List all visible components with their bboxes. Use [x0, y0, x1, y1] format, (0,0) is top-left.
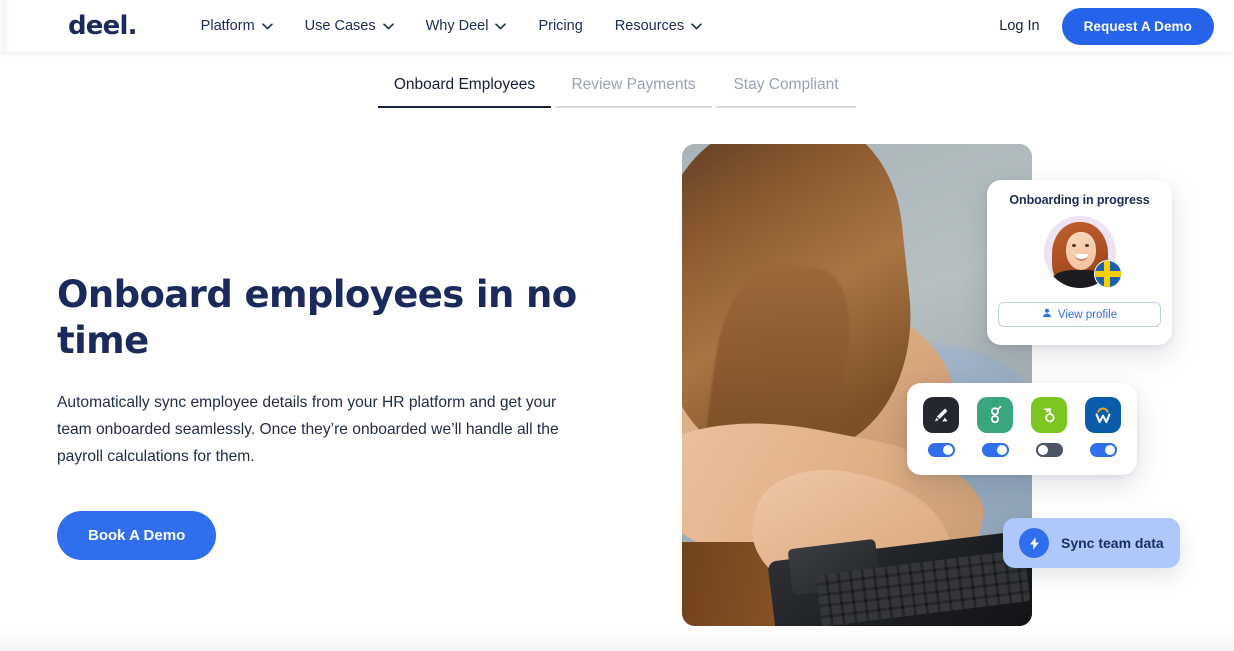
log-in-link[interactable]: Log In: [999, 18, 1039, 34]
nav-item-resources[interactable]: Resources: [613, 12, 704, 40]
nav-item-pricing[interactable]: Pricing: [536, 12, 584, 40]
nav-item-platform[interactable]: Platform: [199, 12, 275, 40]
nav-links: Platform Use Cases Why Deel Pricing Reso…: [199, 12, 704, 40]
sweden-flag-icon: [1093, 260, 1122, 288]
tab-onboard-employees[interactable]: Onboard Employees: [378, 72, 551, 108]
page-bottom-band: [0, 629, 1234, 651]
deel-logo[interactable]: deel.: [68, 11, 137, 41]
integration-bamboohr: [1031, 397, 1067, 475]
toggle-workday[interactable]: [1089, 443, 1117, 457]
request-a-demo-button[interactable]: Request A Demo: [1061, 7, 1214, 45]
nav-item-resources-label: Resources: [614, 18, 685, 34]
top-navigation-bar: deel. Platform Use Cases Why Deel Pricin…: [0, 0, 1234, 52]
tab-stay-compliant[interactable]: Stay Compliant: [716, 72, 856, 108]
nav-item-platform-label: Platform: [200, 18, 255, 34]
chevron-down-icon: [495, 22, 507, 30]
person-icon: [1042, 308, 1052, 321]
integration-ashby: [923, 397, 959, 475]
nav-item-why-deel-label: Why Deel: [425, 18, 489, 34]
letter-w-icon[interactable]: [1085, 397, 1121, 433]
toggle-ashby[interactable]: [927, 443, 955, 457]
nav-item-why-deel[interactable]: Why Deel: [424, 12, 509, 40]
onboarding-in-progress-card: Onboarding in progress View profile: [987, 180, 1172, 345]
sync-team-data-label: Sync team data: [1061, 535, 1164, 551]
section-tabs: Onboard Employees Review Payments Stay C…: [0, 72, 1234, 108]
chevron-down-icon: [261, 22, 273, 30]
page-root: deel. Platform Use Cases Why Deel Pricin…: [0, 0, 1234, 651]
tab-review-payments[interactable]: Review Payments: [555, 72, 712, 108]
hero-description: Automatically sync employee details from…: [57, 394, 559, 465]
nav-item-use-cases[interactable]: Use Cases: [303, 12, 396, 40]
chevron-down-icon: [691, 22, 702, 30]
toggle-greenhouse[interactable]: [981, 443, 1009, 457]
page-title: Onboard employees in no time: [57, 273, 577, 362]
book-a-demo-button[interactable]: Book A Demo: [57, 511, 217, 560]
nav-item-pricing-label: Pricing: [538, 18, 583, 34]
hero-text-column: Onboard employees in no time Automatical…: [57, 272, 627, 560]
nav-left-edge-strip: [0, 0, 10, 52]
integrations-card: [907, 383, 1137, 475]
integration-greenhouse: [977, 397, 1013, 475]
view-profile-button[interactable]: View profile: [998, 302, 1161, 327]
letter-b-icon[interactable]: [1031, 397, 1067, 433]
integration-workday: [1085, 397, 1121, 475]
onboarding-card-title: Onboarding in progress: [1009, 193, 1150, 207]
view-profile-label: View profile: [1057, 308, 1118, 321]
chevron-down-icon: [382, 22, 394, 30]
nav-item-use-cases-label: Use Cases: [304, 18, 376, 34]
nav-right-actions: Log In Request A Demo: [999, 7, 1214, 45]
sync-team-data-pill[interactable]: Sync team data: [1003, 518, 1180, 568]
avatar: [1043, 216, 1122, 288]
toggle-bamboohr[interactable]: [1035, 443, 1063, 457]
pen-icon[interactable]: [923, 397, 959, 433]
lightning-bolt-icon: [1019, 528, 1049, 558]
letter-g-icon[interactable]: [977, 397, 1013, 433]
